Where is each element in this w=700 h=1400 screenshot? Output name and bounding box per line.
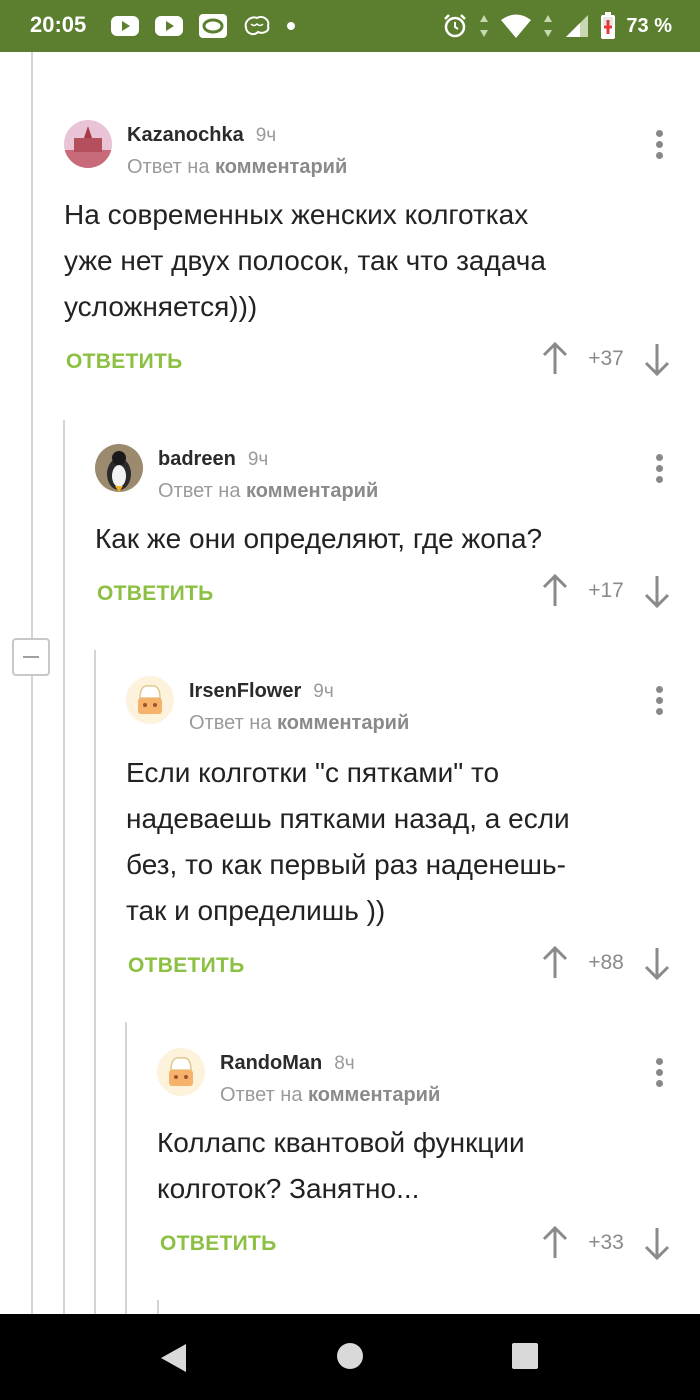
thread-line[interactable] bbox=[125, 1022, 127, 1314]
reply-button[interactable]: ОТВЕТИТЬ bbox=[97, 582, 214, 606]
comment-text: Если колготки "с пятками" то надеваешь пя… bbox=[126, 757, 570, 926]
more-options-icon[interactable] bbox=[656, 1058, 664, 1091]
dot-icon bbox=[287, 22, 295, 30]
recent-apps-icon[interactable] bbox=[511, 1342, 539, 1370]
status-time: 20:05 bbox=[30, 12, 87, 37]
thread-line[interactable] bbox=[94, 650, 96, 1314]
comment-time: 9ч bbox=[313, 681, 334, 702]
signal-icon bbox=[566, 15, 589, 37]
youtube-icon bbox=[155, 16, 183, 36]
avatar[interactable] bbox=[126, 676, 174, 724]
thread-line[interactable] bbox=[157, 1300, 159, 1314]
avatar[interactable] bbox=[157, 1048, 205, 1096]
brain-icon bbox=[244, 16, 270, 36]
upvote-arrow-icon[interactable] bbox=[542, 342, 568, 376]
wifi-icon bbox=[501, 14, 532, 38]
comment-time: 9ч bbox=[247, 449, 269, 470]
reply-to-text: Ответ на комментарий bbox=[220, 1084, 441, 1106]
thread-line[interactable] bbox=[63, 420, 65, 1314]
vote-count: +88 bbox=[588, 951, 624, 974]
comment-author[interactable]: Kazanochka 9ч bbox=[127, 124, 276, 147]
thread-line[interactable] bbox=[31, 52, 33, 638]
reply-button[interactable]: ОТВЕТИТЬ bbox=[66, 350, 183, 374]
more-options-icon[interactable] bbox=[656, 454, 664, 487]
comment-author[interactable]: IrsenFlower 9ч bbox=[189, 680, 334, 703]
youtube-icon bbox=[111, 16, 139, 36]
downvote-arrow-icon[interactable] bbox=[644, 1226, 670, 1260]
reply-to-text: Ответ на комментарий bbox=[189, 712, 410, 734]
parent-comment-link[interactable]: комментарий bbox=[308, 1084, 440, 1106]
downvote-arrow-icon[interactable] bbox=[644, 342, 670, 376]
vote-count: +17 bbox=[588, 579, 624, 602]
upvote-arrow-icon[interactable] bbox=[542, 1226, 568, 1260]
comment-time: 9ч bbox=[255, 125, 277, 146]
parent-comment-link[interactable]: комментарий bbox=[277, 712, 409, 734]
avatar[interactable] bbox=[64, 120, 112, 168]
back-icon[interactable] bbox=[158, 1342, 188, 1374]
reply-to-text: Ответ на комментарий bbox=[127, 156, 348, 178]
data-arrows-icon bbox=[480, 15, 489, 37]
comment-author[interactable]: RandoMan 8ч bbox=[220, 1052, 355, 1075]
more-options-icon[interactable] bbox=[656, 130, 664, 163]
battery-icon bbox=[601, 12, 616, 39]
upvote-arrow-icon[interactable] bbox=[542, 946, 568, 980]
upvote-arrow-icon[interactable] bbox=[542, 574, 568, 608]
comment-text: Как же они определяют, где жопа? bbox=[95, 523, 543, 554]
reply-to-text: Ответ на комментарий bbox=[158, 480, 379, 502]
parent-comment-link[interactable]: комментарий bbox=[246, 480, 378, 502]
comment-time: 8ч bbox=[334, 1053, 355, 1074]
comment-text: Коллапс квантовой функции колготок? Занят… bbox=[157, 1127, 525, 1204]
vote-count: +37 bbox=[588, 347, 624, 370]
vote-count: +33 bbox=[588, 1231, 624, 1254]
alarm-icon bbox=[444, 14, 467, 38]
parent-comment-link[interactable]: комментарий bbox=[215, 156, 347, 178]
reply-button[interactable]: ОТВЕТИТЬ bbox=[128, 954, 245, 978]
media-icon bbox=[199, 14, 227, 38]
home-icon[interactable] bbox=[336, 1342, 364, 1370]
status-bar: 20:05 73 % bbox=[0, 0, 700, 52]
data-arrows-icon bbox=[544, 15, 553, 37]
downvote-arrow-icon[interactable] bbox=[644, 574, 670, 608]
more-options-icon[interactable] bbox=[656, 686, 664, 719]
avatar[interactable] bbox=[95, 444, 143, 492]
comment-text: На современных женских колготках уже нет … bbox=[64, 199, 546, 322]
downvote-arrow-icon[interactable] bbox=[644, 946, 670, 980]
thread-line[interactable] bbox=[31, 676, 33, 1314]
reply-button[interactable]: ОТВЕТИТЬ bbox=[160, 1232, 277, 1256]
battery-percentage: 73 % bbox=[626, 14, 672, 37]
comment-author[interactable]: badreen 9ч bbox=[158, 448, 268, 471]
system-navigation-bar bbox=[0, 1314, 700, 1400]
collapse-thread-button[interactable] bbox=[12, 638, 50, 676]
